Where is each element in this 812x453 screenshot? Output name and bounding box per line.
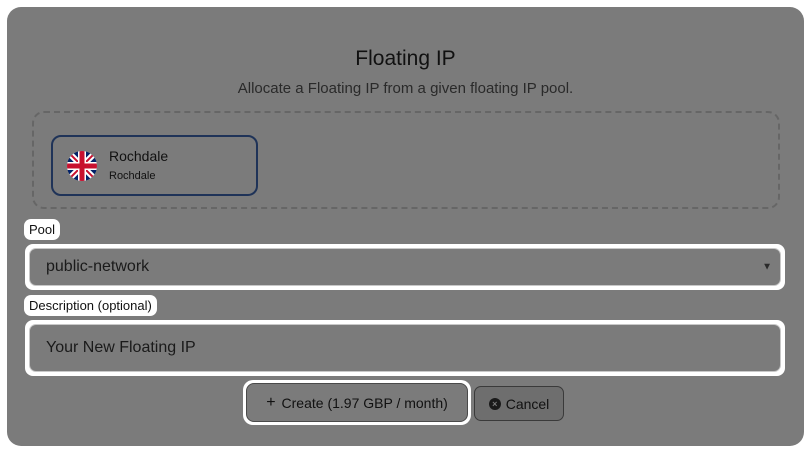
region-selector: Rochdale Rochdale: [32, 111, 780, 209]
create-button[interactable]: + Create (1.97 GBP / month): [246, 383, 468, 422]
floating-ip-modal: Floating IP Allocate a Floating IP from …: [7, 7, 804, 446]
region-subname: Rochdale: [109, 170, 156, 182]
pool-select[interactable]: public-network ▼: [29, 248, 781, 286]
chevron-down-icon: ▼: [762, 261, 772, 273]
pool-select-value: public-network: [46, 258, 150, 275]
description-input[interactable]: Your New Floating IP: [29, 324, 781, 372]
description-field-wrap: Your New Floating IP: [25, 320, 785, 376]
create-button-wrap: + Create (1.97 GBP / month): [243, 380, 471, 425]
modal-subtitle: Allocate a Floating IP from a given floa…: [237, 80, 574, 97]
region-name: Rochdale: [109, 148, 169, 164]
description-input-value: Your New Floating IP: [46, 339, 196, 356]
region-card-rochdale[interactable]: Rochdale Rochdale: [51, 135, 258, 196]
plus-icon: +: [266, 393, 276, 411]
description-label: Description (optional): [25, 296, 156, 315]
pool-select-wrap: public-network ▼: [25, 244, 785, 290]
create-button-label: Create (1.97 GBP / month): [281, 394, 448, 411]
modal-title: Floating IP: [355, 47, 456, 70]
close-circle-icon: ×: [488, 397, 501, 410]
uk-flag-icon: [67, 151, 97, 181]
cancel-button[interactable]: × Cancel: [474, 386, 564, 421]
cancel-button-label: Cancel: [505, 395, 550, 412]
pool-label: Pool: [25, 220, 60, 239]
